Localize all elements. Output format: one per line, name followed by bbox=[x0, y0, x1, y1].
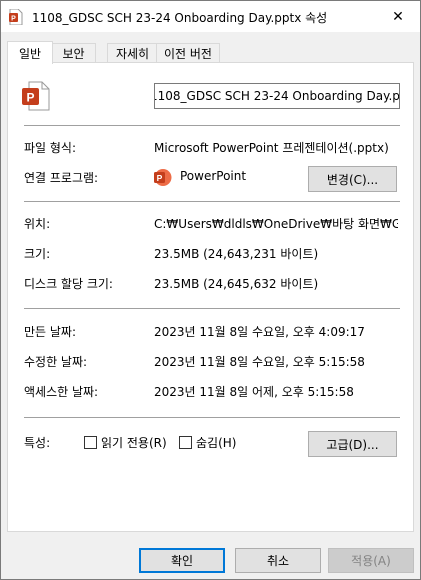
readonly-label[interactable]: 읽기 전용(R) bbox=[101, 434, 167, 451]
close-icon: ✕ bbox=[392, 8, 404, 25]
tab-label: 보안 bbox=[62, 47, 85, 61]
file-type-value: Microsoft PowerPoint 프레젠테이션(.pptx) bbox=[154, 141, 389, 155]
size-label: 크기: bbox=[24, 247, 51, 261]
ok-button-label: 확인 bbox=[170, 554, 194, 568]
general-tab-panel: P 1108_GDSC SCH 23-24 Onboarding Day.ppt… bbox=[7, 62, 414, 532]
window-title: 1108_GDSC SCH 23-24 Onboarding Day.pptx … bbox=[32, 11, 328, 25]
tab-details[interactable]: 자세히 bbox=[107, 43, 158, 63]
advanced-button[interactable]: 고급(D)... bbox=[308, 431, 397, 457]
divider bbox=[24, 201, 400, 202]
tab-security[interactable]: 보안 bbox=[51, 43, 96, 63]
attributes-label: 특성: bbox=[24, 436, 51, 450]
tab-label: 자세히 bbox=[115, 47, 150, 61]
properties-dialog: P 1108_GDSC SCH 23-24 Onboarding Day.ppt… bbox=[0, 0, 421, 580]
opens-with-label: 연결 프로그램: bbox=[24, 171, 99, 185]
location-value-container: C:₩Users₩dldls₩OneDrive₩바탕 화면₩GDSC bbox=[154, 215, 398, 232]
title-bar[interactable]: P 1108_GDSC SCH 23-24 Onboarding Day.ppt… bbox=[1, 1, 420, 32]
svg-text:P: P bbox=[157, 173, 163, 183]
location-label: 위치: bbox=[24, 217, 51, 231]
powerpoint-app-icon: P bbox=[154, 169, 172, 186]
svg-text:P: P bbox=[11, 16, 16, 23]
hidden-label[interactable]: 숨김(H) bbox=[196, 434, 236, 451]
change-button[interactable]: 변경(C)... bbox=[308, 166, 397, 192]
divider bbox=[24, 125, 400, 126]
disk-size-label: 디스크 할당 크기: bbox=[24, 277, 113, 291]
apply-button-label: 적용(A) bbox=[351, 554, 391, 568]
close-button[interactable]: ✕ bbox=[376, 1, 420, 32]
size-value: 23.5MB (24,643,231 바이트) bbox=[154, 247, 319, 261]
disk-size-value: 23.5MB (24,645,632 바이트) bbox=[154, 277, 319, 291]
file-type-label: 파일 형식: bbox=[24, 141, 77, 155]
apply-button[interactable]: 적용(A) bbox=[328, 548, 414, 573]
change-button-label: 변경(C)... bbox=[326, 172, 379, 187]
created-label: 만든 날짜: bbox=[24, 325, 77, 339]
powerpoint-file-icon: P bbox=[9, 9, 23, 25]
tab-previous-versions[interactable]: 이전 버전 bbox=[156, 43, 220, 63]
cancel-button[interactable]: 취소 bbox=[235, 548, 321, 573]
ok-button[interactable]: 확인 bbox=[139, 548, 225, 573]
hidden-checkbox[interactable] bbox=[179, 436, 192, 449]
created-value: 2023년 11월 8일 수요일, 오후 4:09:17 bbox=[154, 325, 365, 339]
cancel-button-label: 취소 bbox=[266, 554, 290, 568]
file-name-input[interactable]: 1108_GDSC SCH 23-24 Onboarding Day.pptx bbox=[154, 83, 400, 109]
location-value: C:₩Users₩dldls₩OneDrive₩바탕 화면₩GDSC bbox=[154, 217, 398, 231]
divider bbox=[24, 308, 400, 309]
readonly-checkbox[interactable] bbox=[84, 436, 97, 449]
divider bbox=[24, 417, 400, 418]
svg-text:P: P bbox=[26, 91, 34, 105]
accessed-label: 액세스한 날짜: bbox=[24, 385, 99, 399]
modified-value: 2023년 11월 8일 수요일, 오후 5:15:58 bbox=[154, 355, 365, 369]
powerpoint-file-icon: P bbox=[22, 81, 50, 111]
modified-label: 수정한 날짜: bbox=[24, 355, 88, 369]
tab-general[interactable]: 일반 bbox=[7, 41, 53, 64]
advanced-button-label: 고급(D)... bbox=[326, 437, 379, 452]
tab-label: 이전 버전 bbox=[164, 47, 212, 61]
opens-with-value: PowerPoint bbox=[180, 169, 247, 183]
accessed-value: 2023년 11월 8일 어제, 오후 5:15:58 bbox=[154, 385, 354, 399]
tab-label: 일반 bbox=[18, 46, 42, 61]
file-name-value: 1108_GDSC SCH 23-24 Onboarding Day.pptx bbox=[154, 89, 400, 103]
